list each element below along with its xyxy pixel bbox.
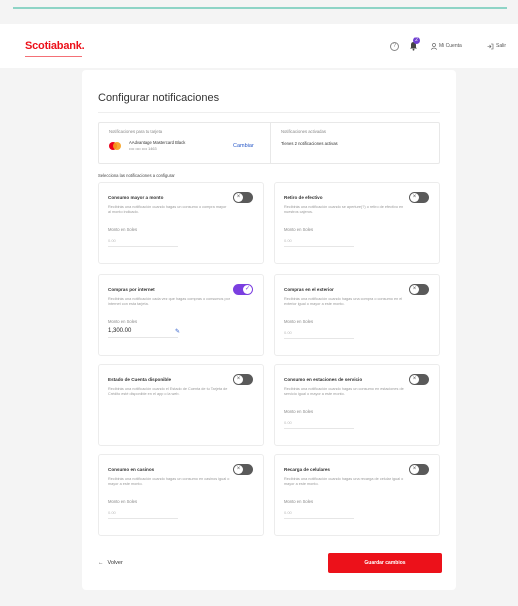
active-section-label: Notificaciones activadas xyxy=(281,129,326,134)
tile-casinos: Consumo en casinos × Recibirás una notif… xyxy=(98,454,264,536)
toggle-switch[interactable]: × xyxy=(233,374,253,385)
tile-title: Compras en el exterior xyxy=(284,287,334,292)
tile-title: Compras por internet xyxy=(108,287,155,292)
card-name: AAdvantage Mastercard Black xyxy=(129,140,186,145)
x-icon: × xyxy=(234,193,243,202)
x-icon: × xyxy=(410,193,419,202)
tile-description: Recibirás una notificación cuando hagas … xyxy=(108,477,230,486)
save-button[interactable]: Guardar cambios xyxy=(328,553,442,573)
exit-button[interactable]: Salir xyxy=(487,41,513,51)
logo-underline xyxy=(25,56,82,57)
mastercard-icon xyxy=(109,142,121,150)
amount-input[interactable]: 0.00 xyxy=(284,330,354,339)
tile-title: Retiro de efectivo xyxy=(284,195,323,200)
tile-title: Consumo en casinos xyxy=(108,467,155,472)
tile-description: Recibirás una notificación cuando hagas … xyxy=(284,297,403,306)
toggle-switch[interactable]: × xyxy=(409,284,429,295)
toggle-switch[interactable]: × xyxy=(409,192,429,203)
help-icon[interactable]: ? xyxy=(390,42,399,51)
x-icon: × xyxy=(410,285,419,294)
tile-title: Estado de Cuenta disponible xyxy=(108,377,172,382)
x-icon: × xyxy=(410,465,419,474)
tile-retiro-efectivo: Retiro de efectivo × Recibirás una notif… xyxy=(274,182,440,264)
amount-input[interactable]: 0.00 xyxy=(108,238,178,247)
tile-description: Recibirás una notificación cuando el Est… xyxy=(108,387,228,396)
x-icon: × xyxy=(234,375,243,384)
amount-label: Monto en Soles xyxy=(108,319,138,324)
scotiabank-logo[interactable]: Scotiabank. xyxy=(25,40,85,52)
tile-title: Recarga de celulares xyxy=(284,467,330,472)
account-button[interactable]: Mi Cuenta xyxy=(431,41,471,51)
toggle-switch[interactable]: × xyxy=(409,374,429,385)
edit-icon[interactable]: ✎ xyxy=(175,328,180,335)
tile-description: Recibirás una notificación cuando hagas … xyxy=(284,387,404,396)
toggle-switch[interactable]: × xyxy=(409,464,429,475)
top-accent-line xyxy=(13,7,507,9)
back-label: Volver xyxy=(107,560,123,566)
select-instructions: Selecciona las notificaciones a configur… xyxy=(98,173,175,178)
check-icon: ✓ xyxy=(243,285,252,294)
account-label: Mi Cuenta xyxy=(439,43,462,49)
toggle-switch[interactable]: ✓ xyxy=(233,284,253,295)
back-button[interactable]: ← Volver xyxy=(98,560,123,566)
tile-compras-exterior: Compras en el exterior × Recibirás una n… xyxy=(274,274,440,356)
amount-input[interactable]: 0.00 xyxy=(284,238,354,247)
amount-label: Monto en Soles xyxy=(284,319,314,324)
tile-description: Recibirás una notificación cuando se ape… xyxy=(284,205,404,214)
toggle-switch[interactable]: × xyxy=(233,464,253,475)
tile-description: Recibirás una notificación cada vez que … xyxy=(108,297,230,306)
exit-label: Salir xyxy=(496,43,507,49)
amount-label: Monto en Soles xyxy=(284,499,314,504)
x-icon: × xyxy=(234,465,243,474)
card-info-box: Notificaciones para tu tarjeta AAdvantag… xyxy=(98,122,440,164)
tile-recarga-celulares: Recarga de celulares × Recibirás una not… xyxy=(274,454,440,536)
amount-label: Monto en Soles xyxy=(284,409,314,414)
arrow-left-icon: ← xyxy=(98,560,104,566)
notification-badge: 2 xyxy=(413,37,420,44)
tile-description: Recibirás una notificación cuando hagas … xyxy=(108,205,227,214)
amount-input[interactable]: 0.00 xyxy=(108,510,178,519)
toggle-switch[interactable]: × xyxy=(233,192,253,203)
tile-estado-cuenta: Estado de Cuenta disponible × Recibirás … xyxy=(98,364,264,446)
notifications-card: Configurar notificaciones Notificaciones… xyxy=(82,70,456,590)
card-number: •••• •••• •••• 1463 xyxy=(129,147,157,151)
active-count: Tienes 2 notificaciones activas xyxy=(281,141,338,146)
change-card-link[interactable]: Cambiar xyxy=(233,143,254,149)
header: Scotiabank. ? 2 Mi Cuenta Salir xyxy=(0,24,518,68)
amount-input[interactable]: 0.00 xyxy=(284,510,354,519)
tile-compras-internet: Compras por internet ✓ Recibirás una not… xyxy=(98,274,264,356)
tile-title: Consumo en estaciones de servicio xyxy=(284,377,363,382)
amount-input[interactable]: 0.00 xyxy=(284,420,354,429)
card-section-label: Notificaciones para tu tarjeta xyxy=(109,129,163,134)
tile-estaciones-servicio: Consumo en estaciones de servicio × Reci… xyxy=(274,364,440,446)
title-divider xyxy=(98,112,440,113)
amount-input[interactable]: 1,300.00 xyxy=(108,328,178,338)
tile-description: Recibirás una notificación cuando hagas … xyxy=(284,477,404,486)
tile-title: Consumo mayor a monto xyxy=(108,195,164,200)
logout-icon xyxy=(487,43,494,49)
amount-label: Monto en Soles xyxy=(284,227,314,232)
amount-label: Monto en Soles xyxy=(108,499,138,504)
x-icon: × xyxy=(410,375,419,384)
user-icon xyxy=(431,42,437,50)
amount-label: Monto en Soles xyxy=(108,227,138,232)
page-title: Configurar notificaciones xyxy=(98,92,220,104)
card-selection: Notificaciones para tu tarjeta AAdvantag… xyxy=(99,123,271,163)
tile-consumo-mayor: Consumo mayor a monto × Recibirás una no… xyxy=(98,182,264,264)
